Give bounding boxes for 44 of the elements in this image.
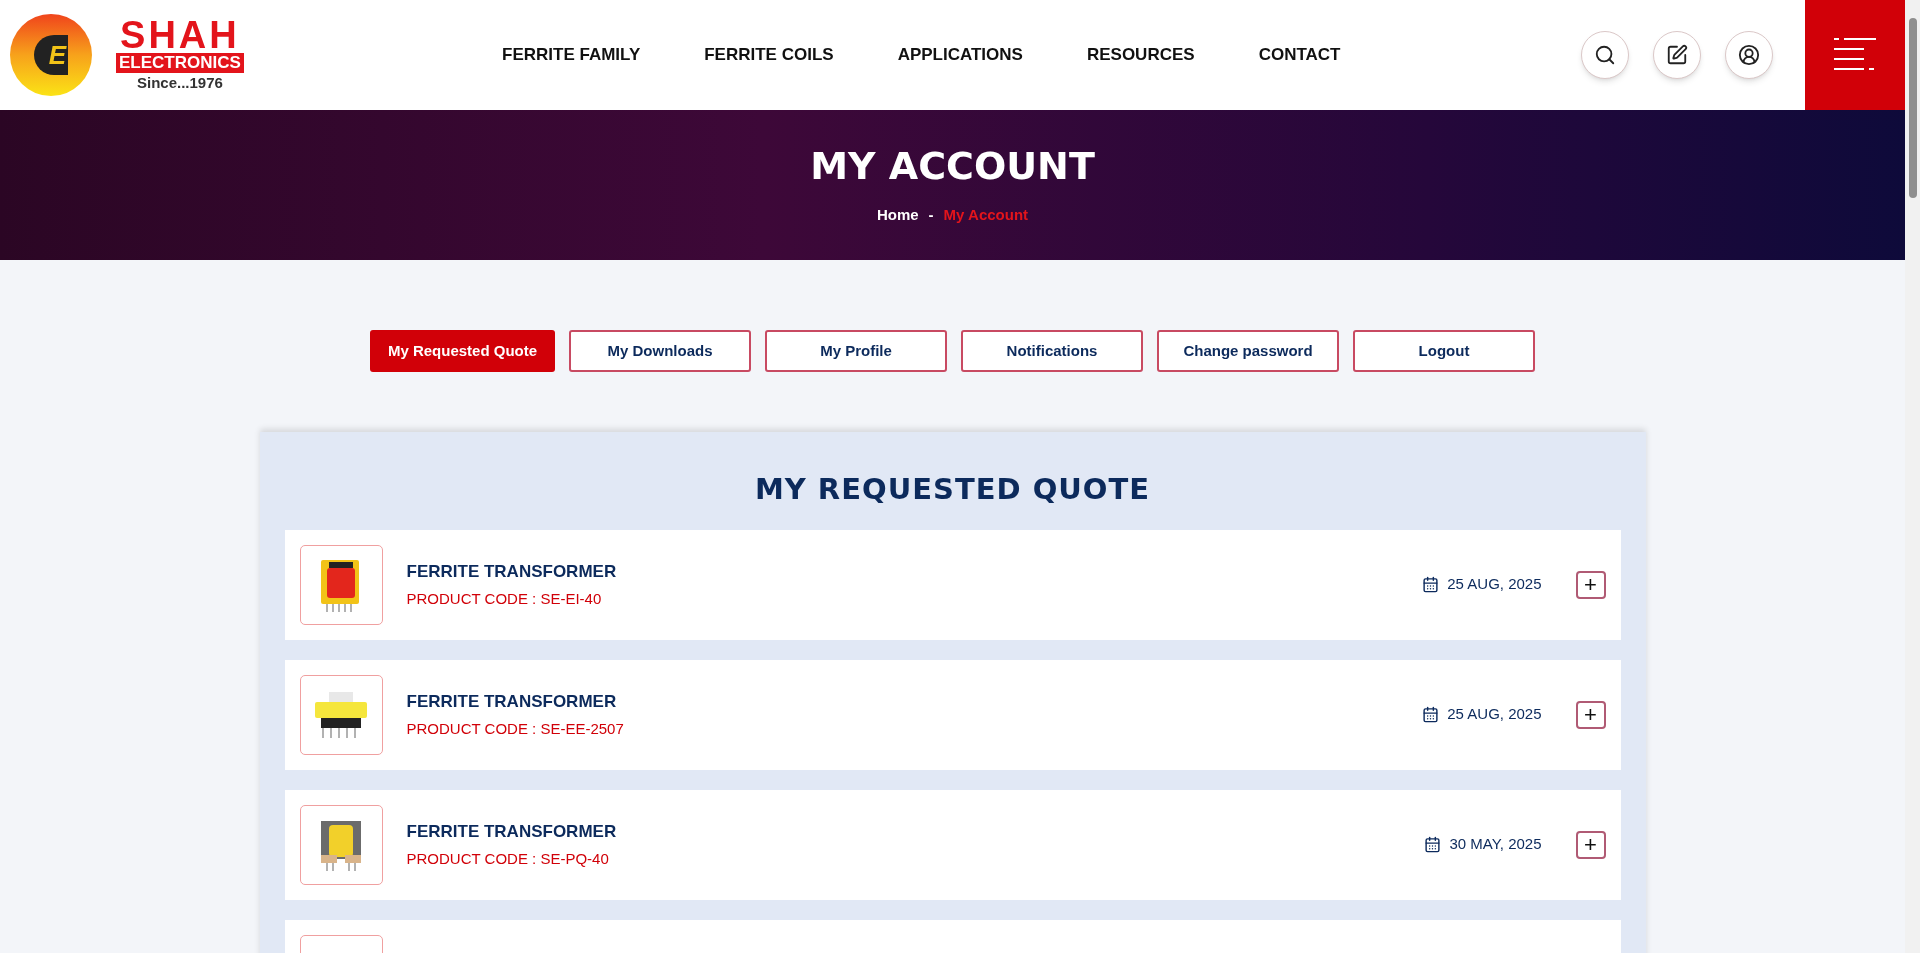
logo-subtitle: ELECTRONICS bbox=[116, 53, 244, 73]
logo-tagline: Since...1976 bbox=[136, 73, 223, 93]
section-title: MY REQUESTED QUOTE bbox=[753, 471, 1152, 508]
logo-wordmark: SHAH bbox=[120, 17, 240, 53]
account-tab[interactable]: Logout bbox=[1353, 330, 1535, 372]
calendar-icon bbox=[1424, 836, 1442, 853]
account-tab[interactable]: My Profile bbox=[765, 330, 947, 372]
nav-link[interactable]: RESOURCES bbox=[1086, 42, 1195, 68]
menu-icon bbox=[1834, 37, 1876, 73]
logo-emblem: E bbox=[10, 14, 92, 96]
product-title: FERRITE TRANSFORMER bbox=[406, 690, 618, 713]
nav-link[interactable]: FERRITE FAMILY bbox=[502, 42, 641, 68]
product-code: PRODUCT CODE : SE-PQ-40 bbox=[406, 849, 610, 869]
scrollbar[interactable] bbox=[1905, 0, 1920, 953]
calendar-icon bbox=[1422, 706, 1440, 723]
quote-date: 25 AUG, 2025 bbox=[1447, 574, 1542, 595]
user-icon bbox=[1738, 44, 1760, 66]
product-title: FERRITE TRANSFORMER bbox=[406, 560, 618, 583]
quote-date: 30 MAY, 2025 bbox=[1449, 834, 1542, 855]
calendar-icon bbox=[1422, 576, 1440, 593]
account-tab[interactable]: Change password bbox=[1157, 330, 1339, 372]
expand-button[interactable]: + bbox=[1575, 830, 1606, 859]
page-title: MY ACCOUNT bbox=[810, 143, 1095, 188]
nav-link[interactable]: FERRITE COILS bbox=[704, 42, 834, 68]
account-tab[interactable]: My Downloads bbox=[569, 330, 751, 372]
expand-button[interactable]: + bbox=[1575, 700, 1606, 729]
nav-link[interactable]: APPLICATIONS bbox=[897, 42, 1023, 68]
account-button[interactable] bbox=[1725, 31, 1773, 79]
breadcrumb-link[interactable]: My Account bbox=[943, 203, 1029, 227]
quote-date: 25 AUG, 2025 bbox=[1447, 704, 1542, 725]
search-icon bbox=[1594, 44, 1616, 66]
expand-button[interactable]: + bbox=[1575, 570, 1606, 599]
product-code: PRODUCT CODE : SE-EI-40 bbox=[406, 589, 603, 609]
product-code: PRODUCT CODE : SE-EE-2507 bbox=[406, 719, 625, 739]
nav-link[interactable]: CONTACT bbox=[1258, 42, 1341, 68]
edit-button[interactable] bbox=[1653, 31, 1701, 79]
menu-button[interactable] bbox=[1805, 0, 1905, 110]
breadcrumb-link[interactable]: Home bbox=[876, 203, 919, 227]
edit-icon bbox=[1666, 44, 1688, 66]
product-title: FERRITE TRANSFORMER bbox=[406, 820, 618, 843]
account-tab[interactable]: Notifications bbox=[961, 330, 1143, 372]
search-button[interactable] bbox=[1581, 31, 1629, 79]
breadcrumb-separator: - bbox=[928, 204, 934, 225]
account-tab[interactable]: My Requested Quote bbox=[370, 330, 555, 372]
